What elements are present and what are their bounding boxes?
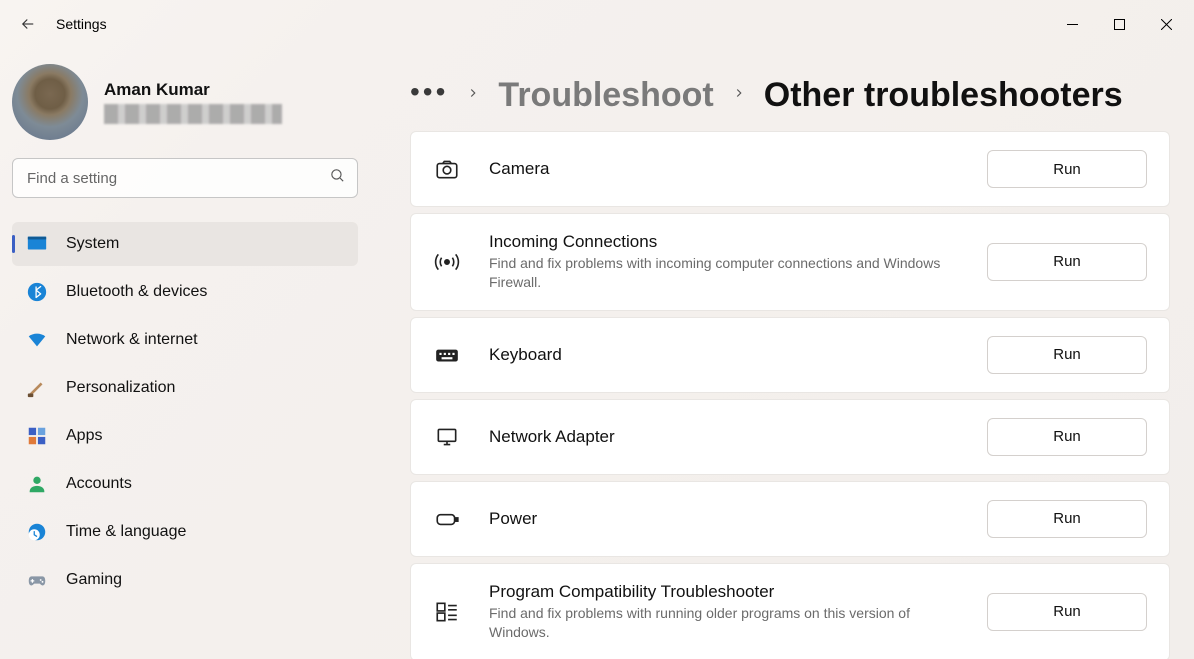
chevron-right-icon — [466, 86, 480, 105]
back-button[interactable] — [18, 14, 38, 34]
gamepad-icon — [26, 569, 48, 591]
card-title: Keyboard — [489, 345, 959, 365]
card-body: Program Compatibility Troubleshooter Fin… — [489, 582, 959, 642]
clock-globe-icon — [26, 521, 48, 543]
troubleshooter-camera: Camera Run — [410, 131, 1170, 207]
sidebar: Aman Kumar System Bluetooth & devices Ne… — [0, 48, 370, 659]
window-title: Settings — [56, 16, 107, 32]
search-input[interactable] — [12, 158, 358, 198]
sidebar-item-label: Network & internet — [66, 331, 198, 349]
card-body: Keyboard — [489, 345, 959, 365]
sidebar-item-network[interactable]: Network & internet — [12, 318, 358, 362]
close-icon — [1161, 19, 1172, 30]
run-button[interactable]: Run — [987, 593, 1147, 631]
chevron-right-icon — [732, 86, 746, 105]
run-button[interactable]: Run — [987, 418, 1147, 456]
compatibility-icon — [433, 598, 461, 626]
card-title: Power — [489, 509, 959, 529]
card-body: Network Adapter — [489, 427, 959, 447]
card-body: Camera — [489, 159, 959, 179]
breadcrumb-current: Other troubleshooters — [764, 76, 1123, 115]
run-button[interactable]: Run — [987, 150, 1147, 188]
sidebar-item-accounts[interactable]: Accounts — [12, 462, 358, 506]
apps-icon — [26, 425, 48, 447]
card-desc: Find and fix problems with running older… — [489, 604, 949, 642]
search-icon — [329, 167, 346, 189]
breadcrumb-overflow[interactable]: ••• — [410, 78, 448, 114]
sidebar-item-label: Personalization — [66, 379, 175, 397]
main-layout: Aman Kumar System Bluetooth & devices Ne… — [0, 48, 1194, 659]
card-title: Network Adapter — [489, 427, 959, 447]
titlebar-left: Settings — [18, 14, 107, 34]
card-desc: Find and fix problems with incoming comp… — [489, 254, 949, 292]
card-title: Program Compatibility Troubleshooter — [489, 582, 959, 602]
sidebar-item-time-language[interactable]: Time & language — [12, 510, 358, 554]
run-button[interactable]: Run — [987, 500, 1147, 538]
maximize-button[interactable] — [1096, 8, 1143, 40]
troubleshooter-network-adapter: Network Adapter Run — [410, 399, 1170, 475]
sidebar-item-label: System — [66, 235, 119, 253]
brush-icon — [26, 377, 48, 399]
troubleshooter-incoming-connections: Incoming Connections Find and fix proble… — [410, 213, 1170, 311]
sidebar-item-label: Gaming — [66, 571, 122, 589]
system-icon — [26, 233, 48, 255]
run-button[interactable]: Run — [987, 336, 1147, 374]
user-profile[interactable]: Aman Kumar — [12, 60, 358, 158]
person-icon — [26, 473, 48, 495]
maximize-icon — [1114, 19, 1125, 30]
nav-list: System Bluetooth & devices Network & int… — [12, 222, 358, 602]
search-wrap — [12, 158, 358, 198]
titlebar: Settings — [0, 0, 1194, 48]
close-button[interactable] — [1143, 8, 1190, 40]
network-adapter-icon — [433, 423, 461, 451]
signal-icon — [433, 248, 461, 276]
minimize-button[interactable] — [1049, 8, 1096, 40]
sidebar-item-label: Accounts — [66, 475, 132, 493]
sidebar-item-bluetooth[interactable]: Bluetooth & devices — [12, 270, 358, 314]
card-body: Incoming Connections Find and fix proble… — [489, 232, 959, 292]
minimize-icon — [1067, 19, 1078, 30]
keyboard-icon — [433, 341, 461, 369]
card-body: Power — [489, 509, 959, 529]
breadcrumb-parent[interactable]: Troubleshoot — [498, 76, 713, 115]
sidebar-item-label: Time & language — [66, 523, 186, 541]
user-texts: Aman Kumar — [104, 80, 282, 124]
back-arrow-icon — [19, 15, 37, 33]
troubleshooter-program-compatibility: Program Compatibility Troubleshooter Fin… — [410, 563, 1170, 659]
window-controls — [1049, 8, 1190, 40]
sidebar-item-gaming[interactable]: Gaming — [12, 558, 358, 602]
sidebar-item-system[interactable]: System — [12, 222, 358, 266]
content: ••• Troubleshoot Other troubleshooters C… — [370, 48, 1194, 659]
battery-icon — [433, 505, 461, 533]
breadcrumb: ••• Troubleshoot Other troubleshooters — [410, 76, 1170, 115]
sidebar-item-label: Apps — [66, 427, 102, 445]
sidebar-item-apps[interactable]: Apps — [12, 414, 358, 458]
card-title: Incoming Connections — [489, 232, 959, 252]
sidebar-item-personalization[interactable]: Personalization — [12, 366, 358, 410]
bluetooth-icon — [26, 281, 48, 303]
user-email-redacted — [104, 104, 282, 124]
wifi-icon — [26, 329, 48, 351]
troubleshooter-keyboard: Keyboard Run — [410, 317, 1170, 393]
user-name: Aman Kumar — [104, 80, 282, 100]
camera-icon — [433, 155, 461, 183]
run-button[interactable]: Run — [987, 243, 1147, 281]
card-title: Camera — [489, 159, 959, 179]
avatar — [12, 64, 88, 140]
sidebar-item-label: Bluetooth & devices — [66, 283, 207, 301]
troubleshooter-list: Camera Run Incoming Connections Find and… — [410, 131, 1170, 659]
troubleshooter-power: Power Run — [410, 481, 1170, 557]
